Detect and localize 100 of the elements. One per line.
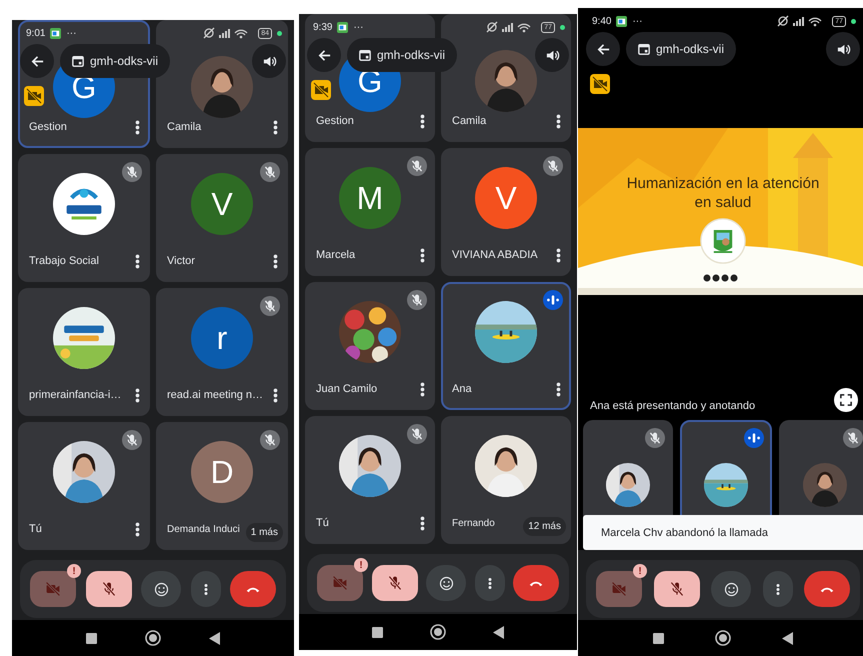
notification-dots: ··· [353,22,364,32]
meeting-title-button[interactable]: gmh-odks-vii [626,32,736,66]
more-icon[interactable] [135,522,140,536]
participant-tile[interactable]: Tú [305,416,435,544]
hang-up-button[interactable] [230,571,276,607]
privacy-dot-icon [851,18,856,24]
more-icon[interactable] [420,114,425,128]
more-icon[interactable] [420,382,425,396]
participant-tile[interactable]: Fernando 12 más [441,416,571,544]
more-icon[interactable] [273,254,278,268]
notification-toast: Marcela Chv abandonó la llamada [583,515,863,550]
back-button[interactable] [586,32,620,66]
back-icon[interactable] [492,626,504,638]
home-icon[interactable] [430,624,446,640]
more-icon [776,582,780,596]
meeting-title-button[interactable]: gmh-odks-vii [60,44,170,78]
reactions-button[interactable] [141,571,181,607]
status-time: 9:39 [313,22,332,32]
more-icon[interactable] [273,388,278,402]
privacy-dot-icon [277,30,282,36]
reactions-button[interactable] [426,565,466,601]
recents-icon[interactable] [372,626,384,638]
participant-name: VIVIANA ABADIA [452,249,538,261]
smiley-icon [724,582,738,596]
participant-tile[interactable]: Juan Camilo [305,282,435,410]
recents-icon[interactable] [86,632,97,644]
more-options-button[interactable] [190,571,220,607]
microphone-button[interactable] [86,571,132,607]
home-icon[interactable] [145,630,161,646]
notification-dots: ··· [632,16,642,26]
more-icon[interactable] [556,248,561,262]
camera-off-icon [24,86,44,106]
participant-name: Gestion [29,121,67,133]
emblem-icon [700,218,746,264]
back-icon[interactable] [209,632,220,644]
participant-name: Demanda Induci [167,524,240,534]
microphone-button[interactable] [372,565,418,601]
phone-icon [246,586,260,592]
participant-name: Ana [452,383,472,395]
calendar-icon [638,43,650,55]
participant-name: Tú [29,523,42,535]
more-icon [488,576,492,590]
app-icon [337,22,348,32]
hang-up-button[interactable] [513,565,559,601]
more-icon[interactable] [556,114,561,128]
more-icon[interactable] [420,516,425,530]
participant-name: Tú [316,517,329,529]
more-options-button[interactable] [474,565,504,601]
participant-name: Marcela [316,249,356,261]
camera-button[interactable] [596,571,642,607]
more-icon[interactable] [556,382,561,396]
microphone-button[interactable] [654,571,700,607]
back-icon[interactable] [782,632,793,644]
app-icon [50,28,62,38]
smiley-icon [438,576,454,590]
participant-tile[interactable]: D Demanda Induci 1 más [156,422,288,550]
calendar-icon [72,55,84,67]
fullscreen-button[interactable] [834,388,858,412]
fullscreen-icon [840,394,852,406]
privacy-dot-icon [560,24,565,30]
phone-icon [529,580,543,586]
alert-badge: ! [67,564,81,578]
avatar: V [475,167,537,229]
more-options-button[interactable] [762,571,792,607]
participant-tile[interactable]: V Victor [156,154,288,282]
camera-button[interactable] [317,565,363,601]
back-arrow-icon [316,48,332,62]
back-arrow-icon [596,42,610,56]
meeting-title-button[interactable]: gmh-odks-vii [347,38,458,72]
more-participants-badge[interactable]: 12 más [523,517,566,536]
participant-tile[interactable]: Tú [18,422,150,550]
camera-off-icon [311,80,331,100]
more-icon[interactable] [135,254,140,268]
camera-off-icon [590,74,610,94]
participant-tile[interactable]: V VIVIANA ABADIA [441,148,571,276]
more-icon[interactable] [135,388,140,402]
hang-up-button[interactable] [804,571,850,607]
avatar: M [339,167,401,229]
phone-icon [820,586,834,592]
more-icon [204,582,208,596]
home-icon[interactable] [714,630,731,646]
camera-button[interactable] [30,571,76,607]
participant-tile[interactable]: Ana [441,282,571,410]
participant-name: Fernando [452,518,495,528]
notification-dots: ··· [66,28,76,38]
more-icon[interactable] [135,120,140,134]
alert-badge: ! [354,558,368,572]
participant-tile[interactable]: M Marcela [305,148,435,276]
reactions-button[interactable] [711,571,751,607]
participant-name: Camila [167,121,202,133]
participant-name: Victor [167,255,195,267]
recents-icon[interactable] [653,632,664,644]
more-participants-badge[interactable]: 1 más [246,523,283,542]
participant-name: Juan Camilo [316,383,378,395]
participant-tile[interactable]: primerainfancia-i… [18,288,150,416]
participant-tile[interactable]: Trabajo Social [18,154,150,282]
speaker-button[interactable] [826,32,860,66]
participant-tile[interactable]: r read.ai meeting n… [156,288,288,416]
more-icon[interactable] [420,248,425,262]
more-icon[interactable] [273,120,278,134]
